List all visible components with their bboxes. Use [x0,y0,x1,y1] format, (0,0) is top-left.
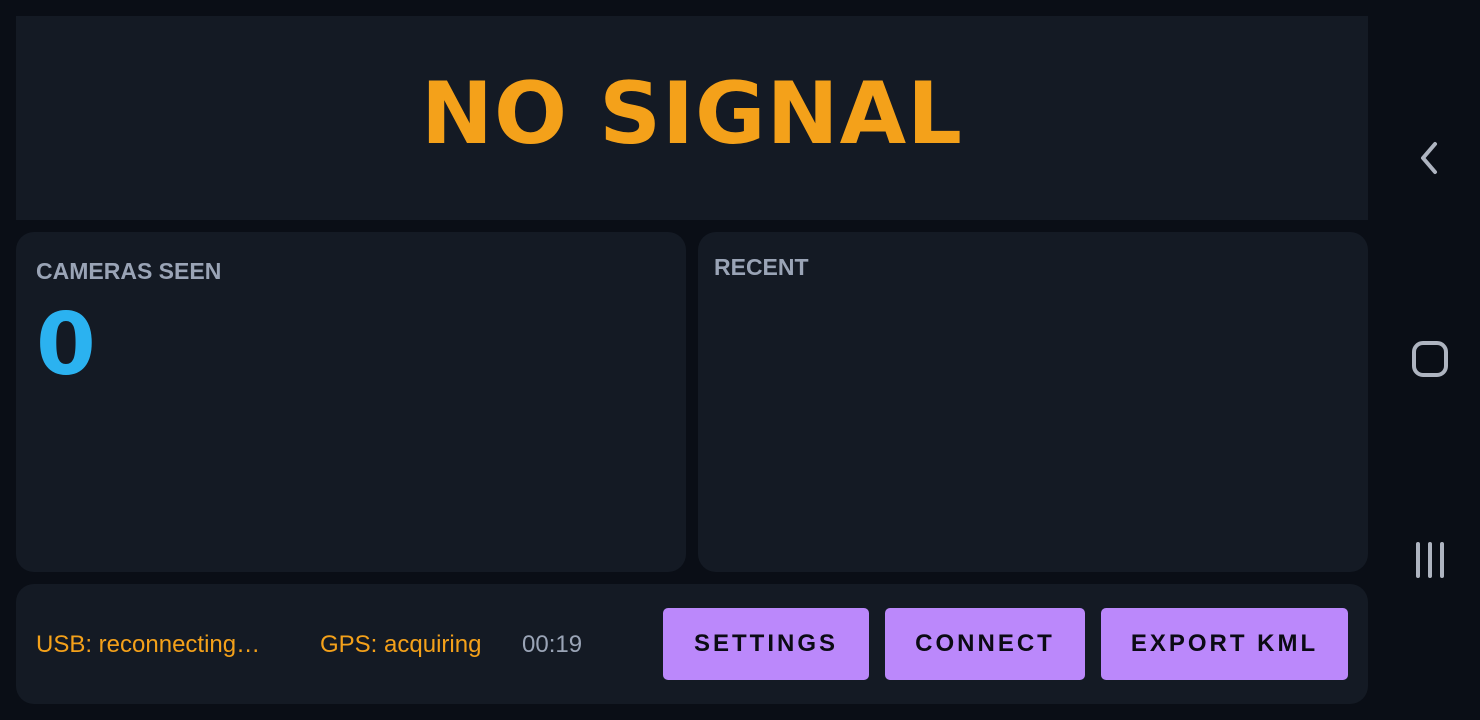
back-chevron-icon [1421,142,1437,174]
elapsed-time: 00:19 [522,631,583,658]
recents-bars-icon [1416,542,1444,578]
nav-recents-button[interactable] [1400,530,1460,590]
nav-home-button[interactable] [1400,329,1460,389]
recent-label: RECENT [714,254,809,280]
export-kml-button[interactable]: EXPORT KML [1101,608,1348,680]
home-rounded-square-icon [1412,341,1448,377]
system-navigation-bar [1380,0,1480,720]
cameras-seen-card: CAMERAS SEEN 0 [16,232,686,572]
signal-status-text: NO SIGNAL [421,64,963,164]
nav-back-button[interactable] [1400,128,1460,188]
settings-button[interactable]: SETTINGS [663,608,869,680]
cameras-seen-label: CAMERAS SEEN [36,258,222,284]
bottom-control-bar: USB: reconnecting… GPS: acquiring 00:19 … [16,584,1368,704]
signal-banner: NO SIGNAL [16,16,1368,220]
cameras-seen-count: 0 [36,295,96,395]
recent-card: RECENT [698,232,1368,572]
usb-status: USB: reconnecting… [36,631,261,658]
gps-status: GPS: acquiring [320,631,482,658]
connect-button[interactable]: CONNECT [885,608,1085,680]
